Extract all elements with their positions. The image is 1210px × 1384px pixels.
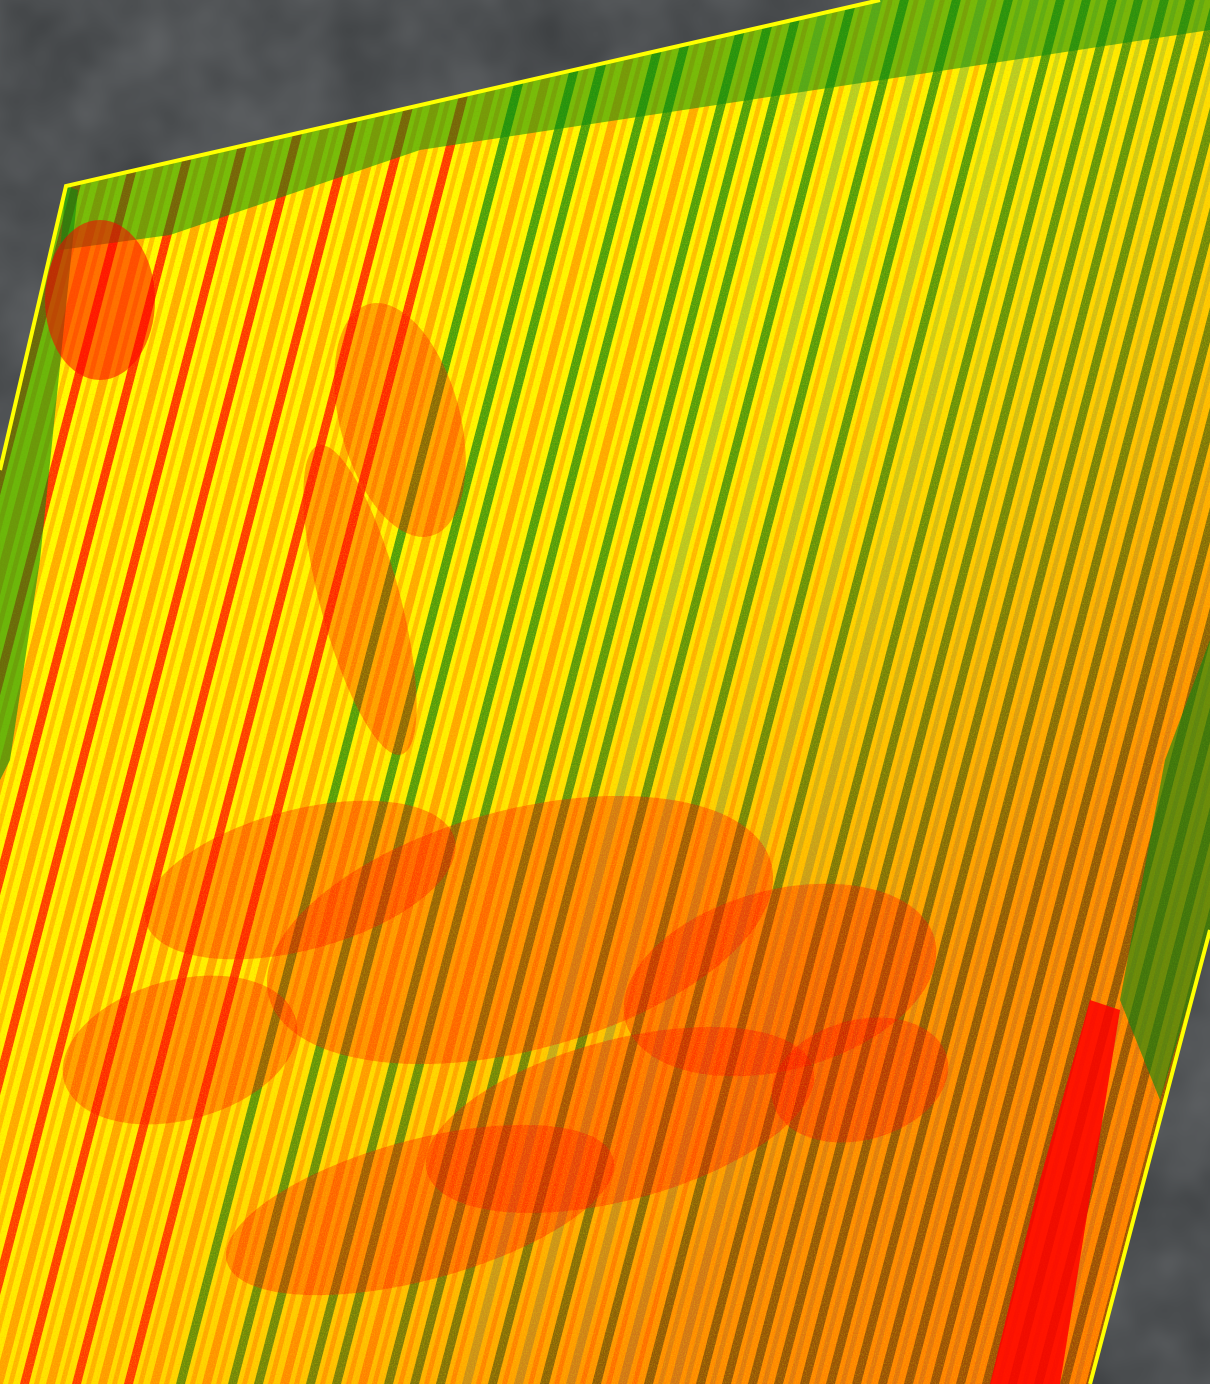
field-map[interactable]	[0, 0, 1210, 1384]
map-viewport[interactable]	[0, 0, 1210, 1384]
field-raster[interactable]	[0, 0, 1210, 1384]
edge-stress-top-left	[45, 220, 155, 380]
